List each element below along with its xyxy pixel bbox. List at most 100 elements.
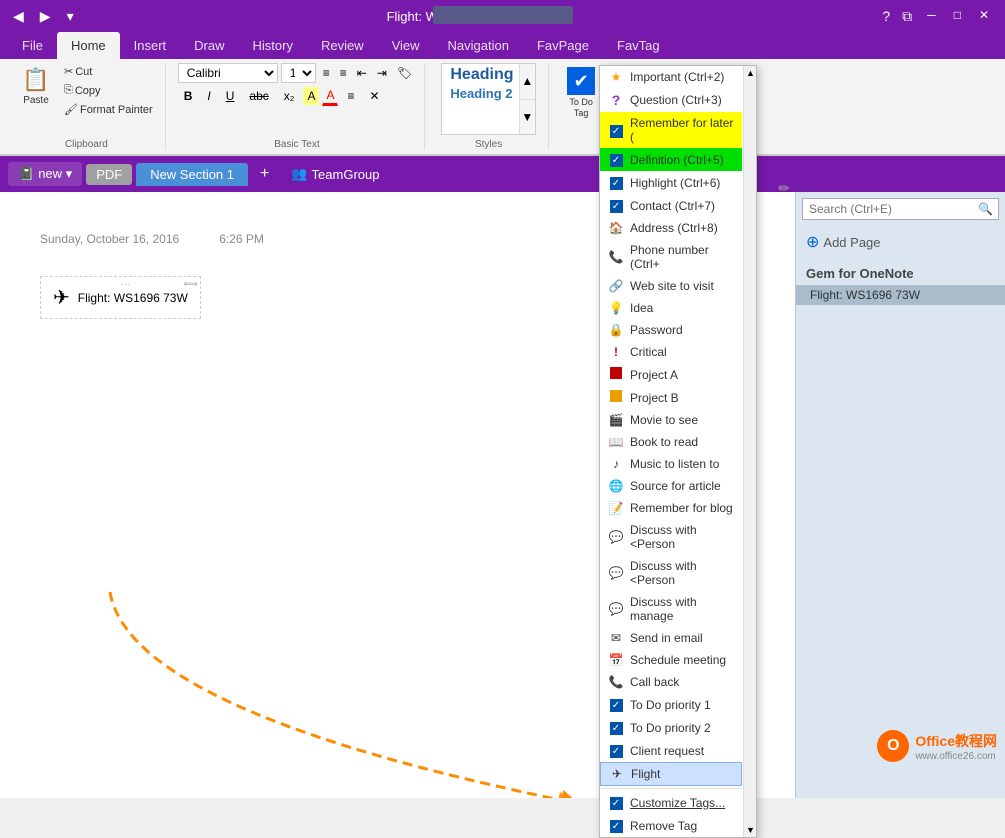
menu-item-client[interactable]: ✓ Client request — [600, 739, 742, 762]
menu-item-phone[interactable]: 📞 Phone number (Ctrl+ — [600, 239, 742, 275]
back-button[interactable]: ◀ — [8, 6, 29, 27]
tab-history[interactable]: History — [239, 32, 307, 59]
menu-item-definition[interactable]: ✓ Definition (Ctrl+5) — [600, 148, 742, 171]
tab-home[interactable]: Home — [57, 32, 120, 59]
menu-item-critical[interactable]: ! Critical — [600, 341, 742, 363]
note-block[interactable]: ··· ⟺ ✈ Flight: WS1696 73W — [40, 276, 201, 319]
menu-item-password[interactable]: 🔒 Password — [600, 319, 742, 341]
clear-format-button[interactable]: ✕ — [363, 87, 385, 105]
menu-item-article[interactable]: 🌐 Source for article — [600, 475, 742, 497]
italic-button[interactable]: I — [201, 87, 216, 105]
search-input[interactable] — [802, 198, 999, 220]
page-list-item[interactable]: Flight: WS1696 73W — [796, 285, 1005, 305]
outdent-button[interactable]: ⇤ — [353, 64, 371, 82]
menu-item-book[interactable]: 📖 Book to read — [600, 431, 742, 453]
highlight-button[interactable]: A — [303, 87, 319, 105]
tag-button[interactable]: 🏷 — [393, 64, 416, 82]
menu-item-flight[interactable]: ✈ Flight — [600, 762, 742, 786]
styles-scroll-down[interactable]: ▼ — [520, 100, 535, 135]
brand-container: Office教程网 www.office26.com — [915, 731, 997, 762]
bulb-icon: 💡 — [608, 301, 624, 315]
menu-item-sendemail[interactable]: ✉ Send in email — [600, 627, 742, 649]
tab-review[interactable]: Review — [307, 32, 378, 59]
help-button[interactable]: ? — [877, 6, 895, 27]
menu-item-projecta[interactable]: Project A — [600, 363, 742, 386]
subscript-button[interactable]: x₂ — [278, 87, 301, 105]
font-selector[interactable]: Calibri — [178, 63, 278, 83]
bold-button[interactable]: B — [178, 87, 199, 105]
menu-item-music[interactable]: ♪ Music to listen to — [600, 453, 742, 475]
indent-button[interactable]: ⇥ — [373, 64, 391, 82]
list-button[interactable]: ≡ — [319, 64, 334, 82]
pdf-button[interactable]: PDF — [86, 164, 132, 185]
new-notebook-button[interactable]: 📓 new ▾ — [8, 162, 82, 186]
menu-item-callback[interactable]: 📞 Call back — [600, 671, 742, 693]
strikethrough-button[interactable]: abc — [243, 87, 274, 105]
menu-item-discuss3[interactable]: 💬 Discuss with manage — [600, 591, 742, 627]
todo-tag-label: To DoTag — [569, 97, 593, 119]
copy-button[interactable]: ⎘ Copy — [60, 82, 157, 99]
minimize-button[interactable]: ─ — [919, 6, 944, 27]
styles-scroll-up[interactable]: ▲ — [520, 64, 535, 100]
menu-item-question[interactable]: ? Question (Ctrl+3) — [600, 88, 742, 112]
font-color-button[interactable]: A — [322, 86, 338, 106]
book-label: Book to read — [630, 435, 698, 449]
tab-insert[interactable]: Insert — [120, 32, 181, 59]
menu-item-removetag[interactable]: ✓ Remove Tag — [600, 814, 742, 837]
menu-item-website[interactable]: 🔗 Web site to visit — [600, 275, 742, 297]
tab-favpage[interactable]: FavPage — [523, 32, 603, 59]
menu-item-idea[interactable]: 💡 Idea — [600, 297, 742, 319]
tab-draw[interactable]: Draw — [180, 32, 238, 59]
menu-item-remember[interactable]: ✓ Remember for later ( — [600, 112, 742, 148]
menu-scroll-up[interactable]: ▲ — [744, 66, 756, 80]
more-nav-button[interactable]: ▾ — [62, 6, 79, 27]
format-painter-button[interactable]: 🖌 Format Painter — [60, 101, 157, 118]
heading1-style[interactable]: Heading 1 — [450, 66, 526, 84]
menu-item-important[interactable]: ★ Important (Ctrl+2) — [600, 66, 742, 88]
page-item-label: Flight: WS1696 73W — [810, 288, 920, 302]
menu-item-blog[interactable]: 📝 Remember for blog — [600, 497, 742, 519]
cut-icon: ✂ — [64, 65, 73, 78]
menu-item-schedule[interactable]: 📅 Schedule meeting — [600, 649, 742, 671]
underline-button[interactable]: U — [220, 87, 241, 105]
ordered-list-button[interactable]: ≡ — [336, 64, 351, 82]
menu-item-highlight[interactable]: ✓ Highlight (Ctrl+6) — [600, 171, 742, 194]
menu-item-projectb[interactable]: Project B — [600, 386, 742, 409]
project-a-icon — [608, 367, 624, 382]
restore-button[interactable]: ⧉ — [897, 6, 917, 27]
tab-navigation[interactable]: Navigation — [434, 32, 523, 59]
menu-item-discuss2[interactable]: 💬 Discuss with <Person — [600, 555, 742, 591]
menu-item-todo2[interactable]: ✓ To Do priority 2 — [600, 716, 742, 739]
section-tab[interactable]: New Section 1 — [136, 163, 248, 186]
paste-button[interactable]: 📋 Paste — [16, 63, 56, 111]
todo-tag-button[interactable]: ✔ To DoTag ▾ — [561, 63, 601, 123]
menu-item-address[interactable]: 🏠 Address (Ctrl+8) — [600, 217, 742, 239]
add-section-button[interactable]: + — [252, 161, 277, 187]
menu-item-movie[interactable]: 🎬 Movie to see — [600, 409, 742, 431]
discuss3-icon: 💬 — [608, 602, 624, 616]
highlight-label: Highlight (Ctrl+6) — [630, 176, 720, 190]
edit-page-button[interactable]: ✏ — [778, 180, 790, 197]
styles-preview[interactable]: Heading 1 Heading 2 ▲ ▼ — [441, 63, 535, 135]
team-group-tab[interactable]: 👥 TeamGroup — [281, 162, 389, 186]
menu-item-contact[interactable]: ✓ Contact (Ctrl+7) — [600, 194, 742, 217]
resize-handle[interactable]: ⟺ — [183, 279, 197, 290]
align-button[interactable]: ≡ — [341, 87, 360, 105]
tab-file[interactable]: File — [8, 32, 57, 59]
tab-favtag[interactable]: FavTag — [603, 32, 674, 59]
section-label: New Section 1 — [150, 167, 234, 182]
maximize-button[interactable]: □ — [946, 6, 969, 27]
add-page-button[interactable]: ⊕ Add Page — [796, 226, 1005, 258]
tab-view[interactable]: View — [378, 32, 434, 59]
forward-button[interactable]: ▶ — [35, 6, 56, 27]
size-selector[interactable]: 11 — [281, 63, 316, 83]
close-button[interactable]: ✕ — [971, 6, 997, 27]
menu-item-discuss1[interactable]: 💬 Discuss with <Person — [600, 519, 742, 555]
menu-item-todo1[interactable]: ✓ To Do priority 1 — [600, 693, 742, 716]
heading2-style[interactable]: Heading 2 — [450, 86, 526, 101]
highlight-checkbox-icon: ✓ — [608, 175, 624, 190]
todo1-icon: ✓ — [608, 697, 624, 712]
menu-item-customize[interactable]: ✓ Customize Tags... — [600, 791, 742, 814]
menu-scroll-down[interactable]: ▼ — [744, 823, 757, 837]
cut-button[interactable]: ✂ Cut — [60, 63, 157, 80]
